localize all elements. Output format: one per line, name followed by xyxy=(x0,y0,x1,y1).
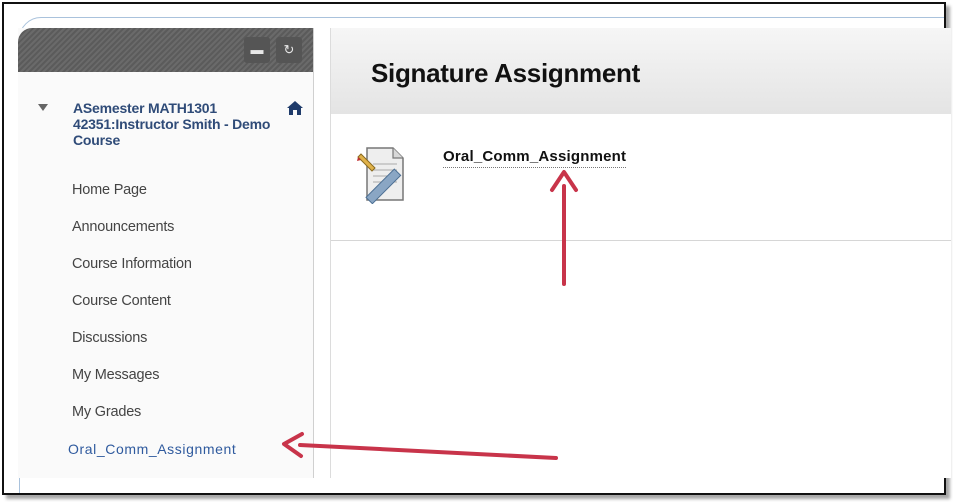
sidebar-item-home-page[interactable]: Home Page xyxy=(18,176,313,213)
folder-icon[interactable]: ▬ xyxy=(244,37,270,63)
content-area: Signature Assignment Oral_Comm_Assignmen… xyxy=(330,28,951,478)
sidebar-item-my-grades[interactable]: My Grades xyxy=(18,398,313,435)
refresh-icon[interactable]: ↻ xyxy=(276,37,302,63)
course-menu: Home Page Announcements Course Informati… xyxy=(18,176,313,472)
course-title[interactable]: ASemester MATH1301 42351:Instructor Smit… xyxy=(73,100,283,148)
sidebar-header: ▬ ↻ xyxy=(18,28,313,72)
sidebar-item-course-information[interactable]: Course Information xyxy=(18,250,313,287)
sidebar-item-course-content[interactable]: Course Content xyxy=(18,287,313,324)
sidebar-item-discussions[interactable]: Discussions xyxy=(18,324,313,361)
page-title: Signature Assignment xyxy=(371,58,640,88)
course-sidebar: ▬ ↻ ASemester MATH1301 42351:Instructor … xyxy=(18,28,314,478)
oral-comm-assignment-link[interactable]: Oral_Comm_Assignment xyxy=(443,148,627,168)
sidebar-item-oral-comm-assignment[interactable]: Oral_Comm_Assignment xyxy=(18,435,313,472)
content-item: Oral_Comm_Assignment xyxy=(331,114,951,241)
content-header: Signature Assignment xyxy=(331,28,951,115)
sidebar-item-announcements[interactable]: Announcements xyxy=(18,213,313,250)
collapse-triangle-icon[interactable] xyxy=(38,104,48,111)
assignment-icon xyxy=(357,147,404,204)
sidebar-item-my-messages[interactable]: My Messages xyxy=(18,361,313,398)
home-icon[interactable] xyxy=(286,100,304,116)
